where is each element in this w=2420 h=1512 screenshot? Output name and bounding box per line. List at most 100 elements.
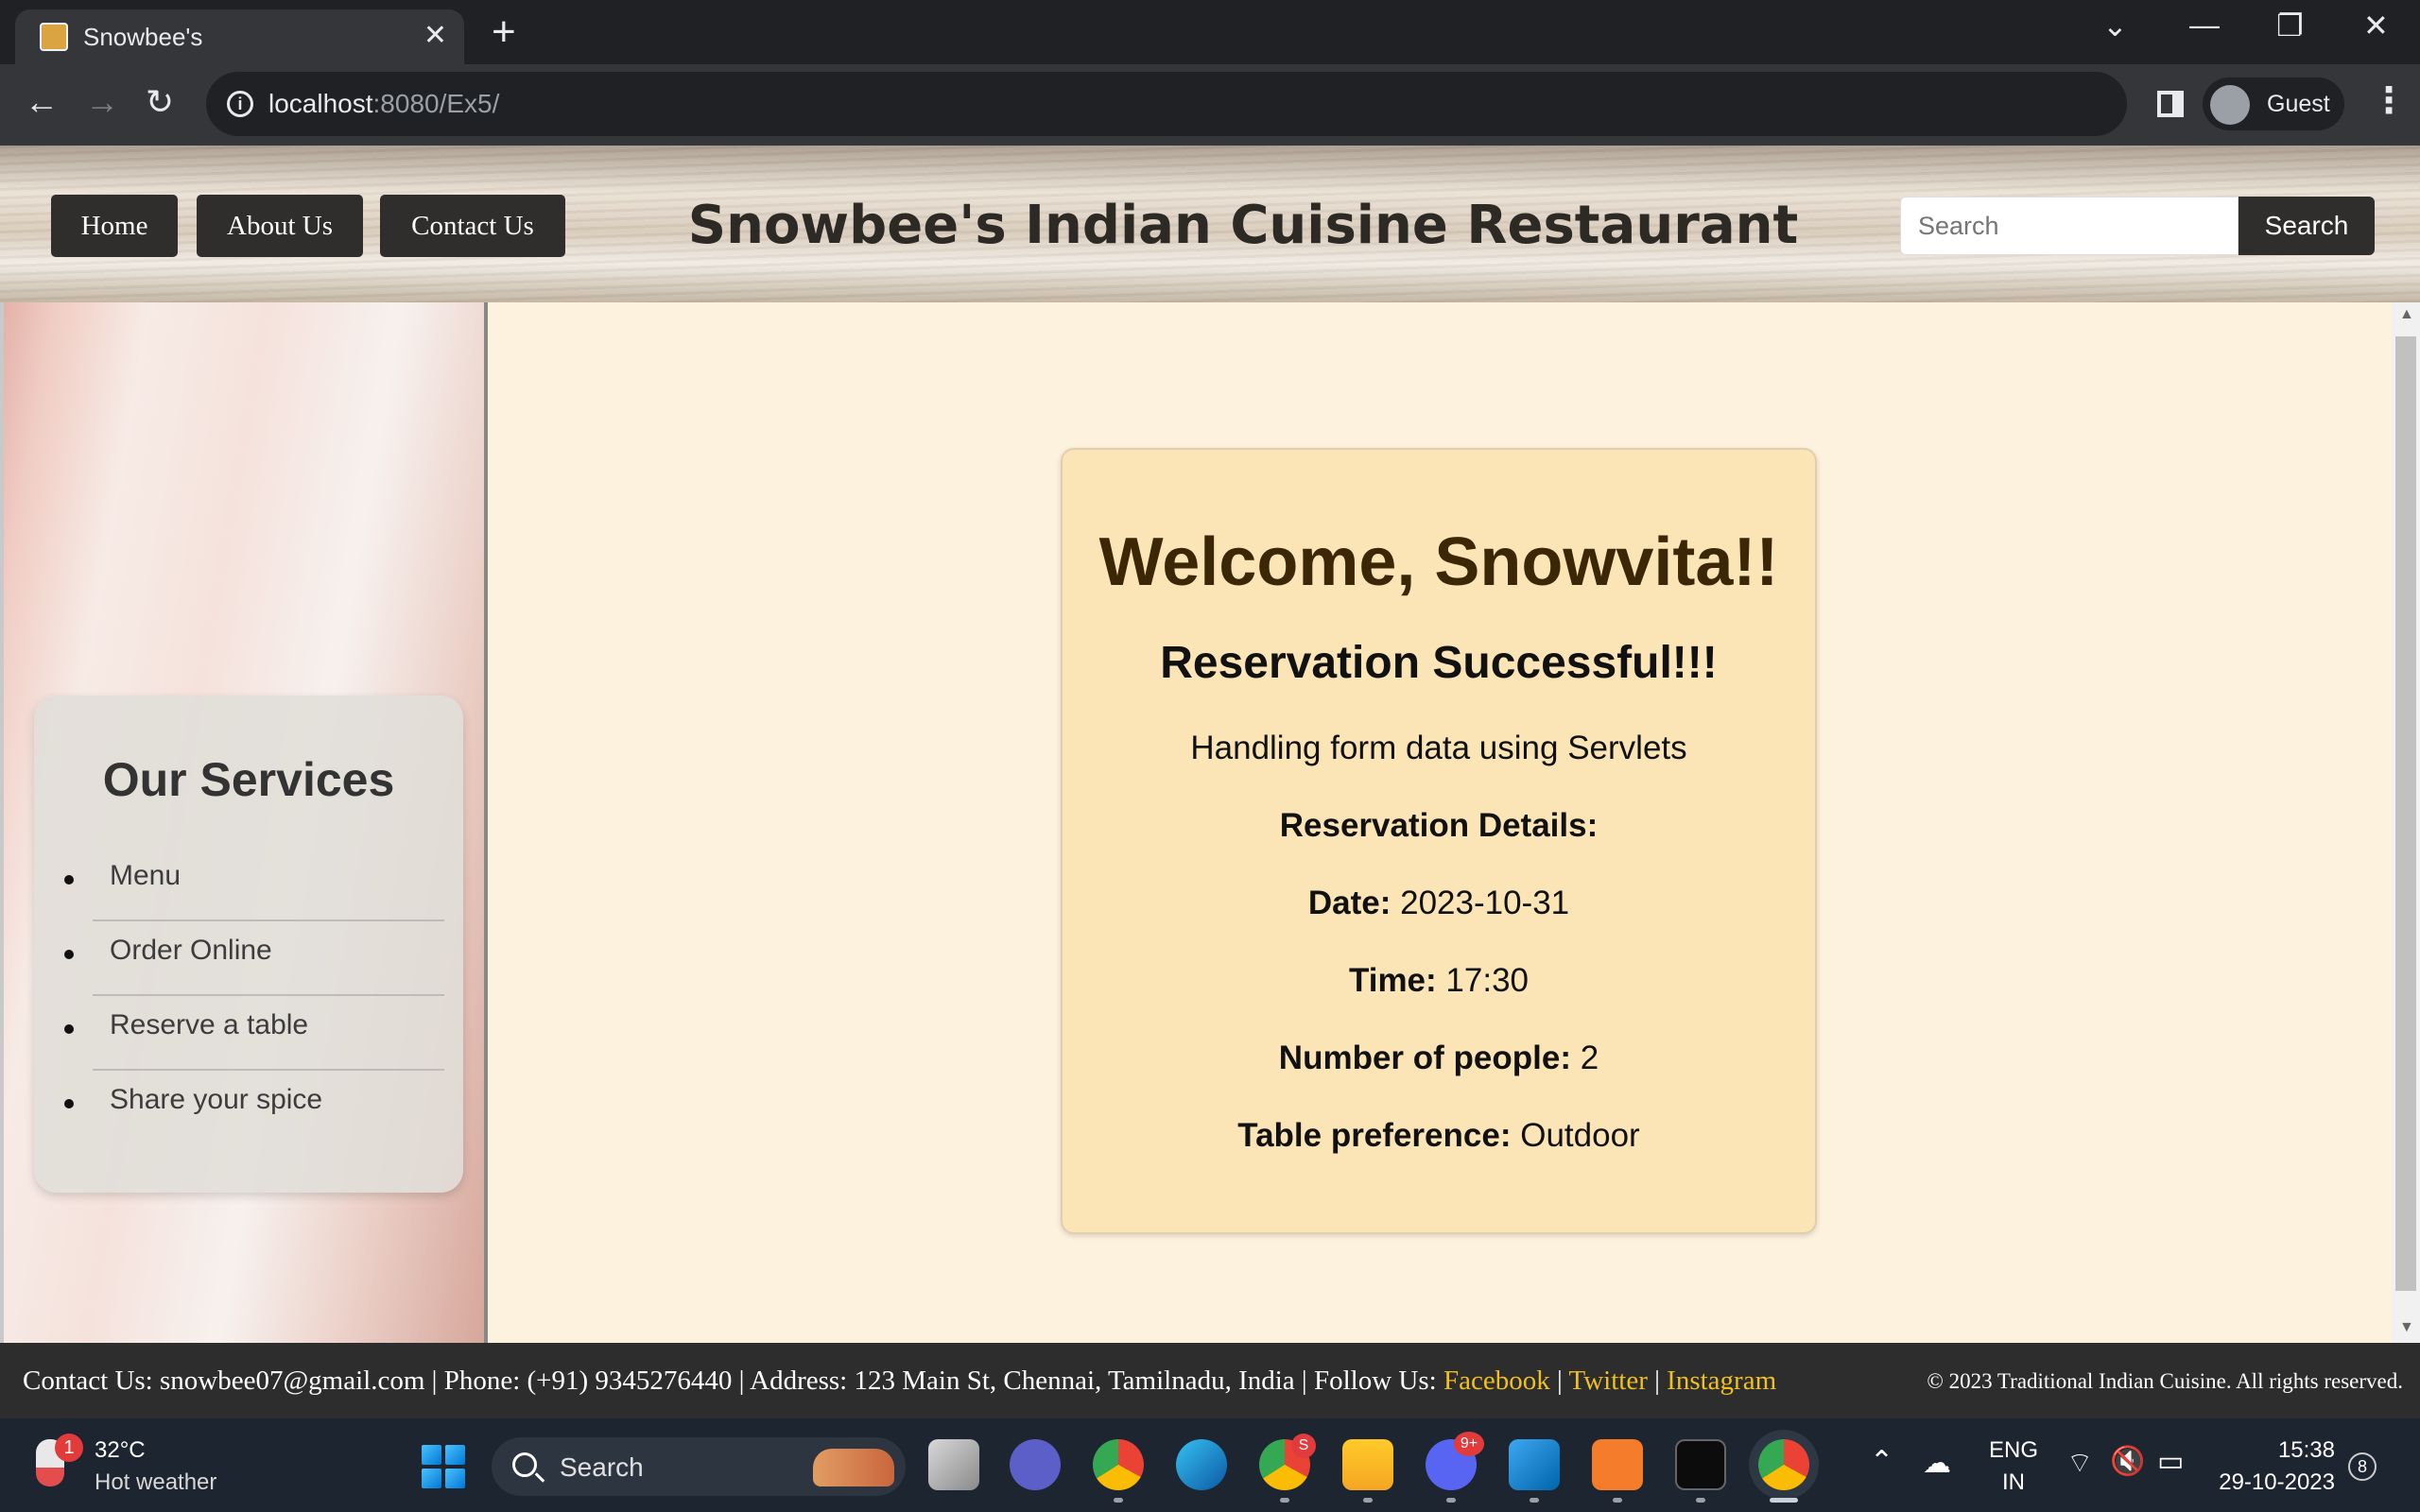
back-icon[interactable]: ← <box>25 83 59 121</box>
people-row: Number of people: 2 <box>1063 1040 1815 1077</box>
twitter-link[interactable]: Twitter <box>1569 1366 1648 1396</box>
service-item-menu[interactable]: Menu <box>64 847 444 921</box>
search-icon <box>512 1452 537 1477</box>
discord-badge: 9+ <box>1454 1432 1484 1456</box>
reservation-status: Reservation Successful!!! <box>1160 638 1718 688</box>
minimize-icon[interactable]: — <box>2189 8 2220 43</box>
time-label: Time: <box>1348 962 1437 999</box>
footer-contact-text: Contact Us: snowbee07@gmail.com | Phone:… <box>23 1366 1443 1396</box>
url-host: localhost <box>268 89 373 118</box>
footer-separator: | <box>1647 1366 1668 1396</box>
service-label[interactable]: Reserve a table <box>110 1009 308 1041</box>
taskbar-search-label: Search <box>560 1452 644 1482</box>
new-tab-icon[interactable]: + <box>492 11 516 53</box>
browser-tab-bar: Snowbee's ✕ + ⌄ — ❐ ✕ <box>0 0 2420 64</box>
weather-temp: 32°C <box>95 1437 146 1463</box>
web-page: Home About Us Contact Us Snowbee's India… <box>0 146 2420 1418</box>
browser-menu-icon[interactable]: ⋮ <box>2371 79 2407 122</box>
welcome-heading: Welcome, Snowvita!! <box>1098 524 1779 600</box>
notification-badge[interactable]: 8 <box>2348 1452 2377 1481</box>
restore-icon[interactable]: ❐ <box>2276 8 2304 43</box>
app-running-indicator <box>1530 1498 1539 1503</box>
date-row: Date: 2023-10-31 <box>1063 885 1815 922</box>
start-icon[interactable] <box>422 1445 465 1488</box>
footer-contact: Contact Us: snowbee07@gmail.com | Phone:… <box>23 1366 1776 1397</box>
taskbar: 1 32°C Hot weather Search S 9+ ⌃ ☁ ENG I… <box>0 1418 2420 1512</box>
site-footer: Contact Us: snowbee07@gmail.com | Phone:… <box>0 1343 2420 1418</box>
profile-button[interactable]: Guest <box>2203 77 2344 130</box>
edge-icon[interactable] <box>1176 1439 1227 1490</box>
site-search-button[interactable]: Search <box>2238 197 2375 255</box>
tab-title: Snowbee's <box>83 23 203 51</box>
services-card: Our Services Menu Order Online Reserve a… <box>34 696 463 1193</box>
app-running-indicator <box>1114 1498 1123 1503</box>
service-item-share-spice[interactable]: Share your spice <box>64 1071 444 1145</box>
reload-icon[interactable]: ↻ <box>146 83 174 121</box>
xampp-icon[interactable] <box>1592 1439 1643 1490</box>
service-label[interactable]: Menu <box>110 860 181 892</box>
service-label[interactable]: Share your spice <box>110 1084 322 1116</box>
language-top[interactable]: ENG <box>1985 1437 2042 1464</box>
language-bottom[interactable]: IN <box>1985 1469 2042 1496</box>
avatar-icon <box>2210 85 2250 125</box>
table-pref-label: Table preference: <box>1237 1117 1512 1154</box>
task-view-icon[interactable] <box>928 1439 979 1490</box>
site-search-input[interactable] <box>1900 197 2238 255</box>
favicon-icon <box>40 23 68 51</box>
window-close-icon[interactable]: ✕ <box>2363 8 2389 43</box>
chrome-badge: S <box>1291 1434 1316 1458</box>
scroll-thumb[interactable] <box>2395 336 2416 1291</box>
volume-muted-icon[interactable]: 🔇 <box>2110 1445 2145 1478</box>
scroll-down-icon[interactable]: ▼ <box>2399 1319 2414 1336</box>
weather-badge: 1 <box>55 1434 83 1462</box>
browser-toolbar: ← → ↻ i localhost:8080/Ex5/ Guest ⋮ <box>0 64 2420 146</box>
site-header: Home About Us Contact Us Snowbee's India… <box>0 146 2420 302</box>
people-label: Number of people: <box>1278 1040 1571 1076</box>
reservation-subtitle: Handling form data using Servlets <box>1190 730 1687 766</box>
forward-icon[interactable]: → <box>85 83 119 121</box>
people-value: 2 <box>1580 1040 1599 1076</box>
onedrive-icon[interactable]: ☁ <box>1923 1447 1951 1480</box>
date-value: 2023-10-31 <box>1400 885 1570 921</box>
instagram-link[interactable]: Instagram <box>1667 1366 1776 1396</box>
service-item-reserve-table[interactable]: Reserve a table <box>64 996 444 1071</box>
wifi-icon[interactable]: ⌔ <box>2066 1445 2093 1481</box>
scroll-up-icon[interactable]: ▲ <box>2399 306 2414 323</box>
table-pref-value: Outdoor <box>1520 1117 1640 1154</box>
page-scrollbar[interactable]: ▲ ▼ <box>2392 302 2420 1343</box>
time-row: Time: 17:30 <box>1063 962 1815 1000</box>
clock-date[interactable]: 29-10-2023 <box>2218 1469 2335 1496</box>
service-item-order-online[interactable]: Order Online <box>64 921 444 996</box>
browser-tab[interactable]: Snowbee's ✕ <box>15 9 464 64</box>
reservation-card: Welcome, Snowvita!! Reservation Successf… <box>1061 448 1817 1234</box>
footer-separator: | <box>1549 1366 1569 1396</box>
tab-close-icon[interactable]: ✕ <box>424 19 447 52</box>
battery-icon[interactable]: ▭ <box>2157 1445 2184 1478</box>
time-value: 17:30 <box>1445 962 1530 999</box>
show-hidden-icons-icon[interactable]: ⌃ <box>1870 1445 1893 1478</box>
url-path: :8080/Ex5/ <box>372 89 500 118</box>
footer-copyright: © 2023 Traditional Indian Cuisine. All r… <box>1927 1369 2403 1393</box>
search-highlight-icon <box>813 1449 894 1486</box>
tab-search-icon[interactable]: ⌄ <box>2102 8 2128 43</box>
app-running-indicator <box>1280 1498 1289 1503</box>
profile-name: Guest <box>2267 91 2330 117</box>
side-panel-icon[interactable] <box>2157 91 2184 117</box>
app-running-indicator <box>1446 1498 1456 1503</box>
service-label[interactable]: Order Online <box>110 935 272 967</box>
details-heading: Reservation Details: <box>1063 807 1815 845</box>
site-info-icon[interactable]: i <box>227 91 253 117</box>
app-active-indicator <box>1770 1498 1798 1503</box>
teams-icon[interactable] <box>1010 1439 1061 1490</box>
url-text: localhost:8080/Ex5/ <box>268 89 499 119</box>
taskbar-search[interactable]: Search <box>492 1437 906 1496</box>
chrome-active-icon[interactable] <box>1758 1439 1809 1490</box>
vscode-icon[interactable] <box>1509 1439 1560 1490</box>
chrome-profile-icon[interactable] <box>1093 1439 1144 1490</box>
clock-time[interactable]: 15:38 <box>2218 1437 2335 1464</box>
details-heading-text: Reservation Details: <box>1279 807 1599 844</box>
address-bar[interactable]: i localhost:8080/Ex5/ <box>206 72 2127 136</box>
facebook-link[interactable]: Facebook <box>1443 1366 1550 1396</box>
terminal-icon[interactable] <box>1675 1439 1726 1490</box>
file-explorer-icon[interactable] <box>1342 1439 1393 1490</box>
